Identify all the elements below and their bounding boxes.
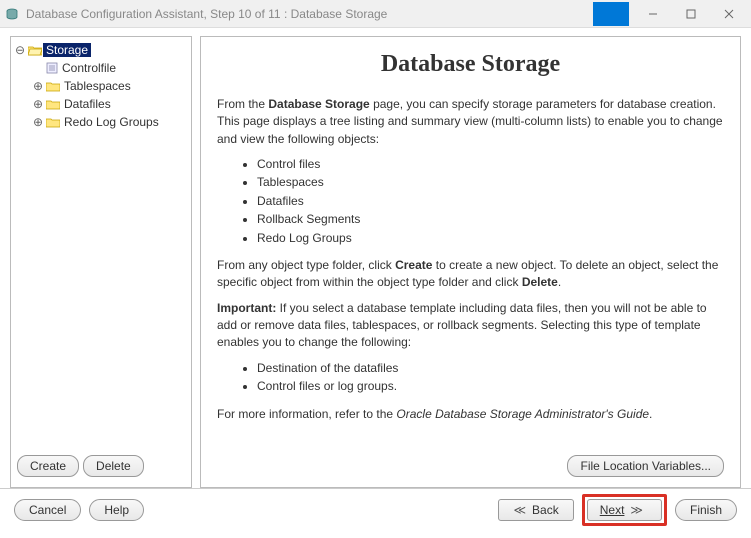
next-highlight: Next ≫ [582, 494, 667, 526]
tree-label-storage[interactable]: Storage [43, 43, 91, 57]
taskbar-thumb-icon [593, 2, 629, 26]
folder-open-icon [27, 43, 43, 57]
expand-icon[interactable]: ⊕ [31, 79, 45, 93]
titlebar-text: Database Configuration Assistant, Step 1… [26, 7, 593, 21]
delete-button[interactable]: Delete [83, 455, 144, 477]
folder-icon [45, 115, 61, 129]
back-button[interactable]: ≪ Back [498, 499, 573, 521]
tree-label[interactable]: Datafiles [61, 97, 114, 111]
content-body: From the Database Storage page, you can … [217, 96, 724, 447]
create-delete-paragraph: From any object type folder, click Creat… [217, 257, 724, 292]
controlfile-icon [45, 61, 59, 75]
list-item: Control files [257, 156, 724, 173]
list-item: Tablespaces [257, 174, 724, 191]
expand-icon[interactable]: ⊕ [31, 115, 45, 129]
file-location-variables-button[interactable]: File Location Variables... [567, 455, 724, 477]
storage-tree[interactable]: ⊖ Storage Controlfile ⊕ [13, 41, 189, 449]
content-panel: Database Storage From the Database Stora… [200, 36, 741, 488]
intro-paragraph: From the Database Storage page, you can … [217, 96, 724, 148]
tree-panel: ⊖ Storage Controlfile ⊕ [10, 36, 192, 488]
minimize-button[interactable] [635, 3, 671, 25]
list-item: Redo Log Groups [257, 230, 724, 247]
next-button[interactable]: Next ≫ [587, 499, 662, 521]
tree-label[interactable]: Tablespaces [61, 79, 134, 93]
list-item: Datafiles [257, 193, 724, 210]
tree-node-controlfile[interactable]: Controlfile [31, 59, 189, 77]
page-title: Database Storage [217, 47, 724, 82]
expand-icon[interactable]: ⊕ [31, 97, 45, 111]
tree-node-datafiles[interactable]: ⊕ Datafiles [31, 95, 189, 113]
list-item: Rollback Segments [257, 211, 724, 228]
main-area: ⊖ Storage Controlfile ⊕ [0, 28, 751, 488]
chevron-left-icon: ≪ [513, 503, 526, 517]
tree-node-redolog[interactable]: ⊕ Redo Log Groups [31, 113, 189, 131]
cancel-button[interactable]: Cancel [14, 499, 81, 521]
maximize-button[interactable] [673, 3, 709, 25]
objects-list: Control files Tablespaces Datafiles Roll… [257, 156, 724, 247]
template-list: Destination of the datafiles Control fil… [257, 360, 724, 396]
app-icon [4, 6, 20, 22]
finish-button[interactable]: Finish [675, 499, 737, 521]
collapse-icon[interactable]: ⊖ [13, 43, 27, 57]
next-label: Next [600, 503, 625, 517]
list-item: Destination of the datafiles [257, 360, 724, 377]
help-button[interactable]: Help [89, 499, 144, 521]
important-paragraph: Important: If you select a database temp… [217, 300, 724, 352]
folder-icon [45, 97, 61, 111]
create-button[interactable]: Create [17, 455, 79, 477]
bottom-bar: Cancel Help ≪ Back Next ≫ Finish [0, 488, 751, 530]
chevron-right-icon: ≫ [630, 503, 643, 517]
tree-label[interactable]: Controlfile [59, 61, 119, 75]
folder-icon [45, 79, 61, 93]
titlebar: Database Configuration Assistant, Step 1… [0, 0, 751, 28]
tree-node-storage[interactable]: ⊖ Storage [13, 41, 189, 59]
more-info-paragraph: For more information, refer to the Oracl… [217, 406, 724, 423]
tree-label[interactable]: Redo Log Groups [61, 115, 162, 129]
list-item: Control files or log groups. [257, 378, 724, 395]
close-button[interactable] [711, 3, 747, 25]
window-controls [593, 2, 747, 26]
tree-node-tablespaces[interactable]: ⊕ Tablespaces [31, 77, 189, 95]
back-label: Back [532, 503, 559, 517]
